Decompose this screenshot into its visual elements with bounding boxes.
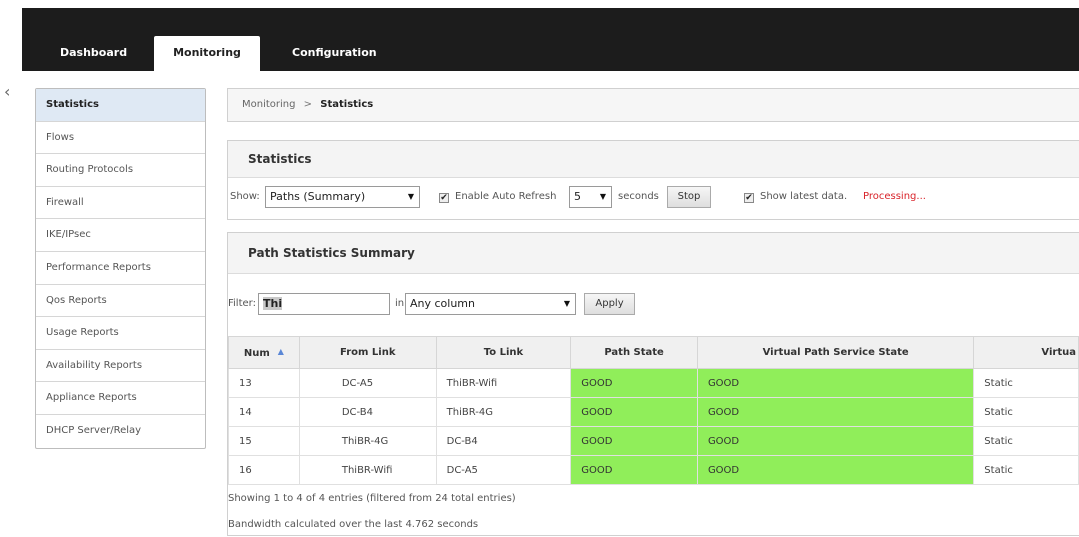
show-label: Show: <box>230 191 260 202</box>
sidebar-item-statistics[interactable]: Statistics <box>36 89 205 122</box>
filter-input-value: Thi <box>263 297 283 310</box>
in-label: in <box>395 298 405 309</box>
sidebar-item-performance-reports[interactable]: Performance Reports <box>36 252 205 285</box>
breadcrumb-separator: > <box>303 99 313 110</box>
breadcrumb-link-monitoring[interactable]: Monitoring <box>242 99 295 110</box>
column-header-virtual[interactable]: Virtua <box>973 336 1079 369</box>
caret-down-icon: ▼ <box>407 192 414 201</box>
statistics-controls: Show: Paths (Summary) ▼ ✔ Enable Auto Ref… <box>228 185 1079 215</box>
sidebar-item-usage-reports[interactable]: Usage Reports <box>36 317 205 350</box>
cell-to-link: DC-A5 <box>435 455 572 485</box>
refresh-interval-select[interactable]: 5 ▼ <box>569 186 612 208</box>
cell-from-link: ThiBR-4G <box>298 426 437 456</box>
column-header-from-link[interactable]: From Link <box>298 336 437 369</box>
table-row[interactable]: 15 ThiBR-4G DC-B4 GOOD GOOD Static <box>228 426 1079 456</box>
sidebar-item-dhcp-server-relay[interactable]: DHCP Server/Relay <box>36 415 205 448</box>
column-select-value: Any column <box>410 297 475 310</box>
refresh-interval-value: 5 <box>574 190 581 203</box>
statistics-panel: Statistics Show: Paths (Summary) ▼ ✔ Enab… <box>227 140 1079 220</box>
caret-down-icon: ▼ <box>599 192 606 201</box>
column-header-path-state[interactable]: Path State <box>570 336 698 369</box>
table-row[interactable]: 13 DC-A5 ThiBR-Wifi GOOD GOOD Static <box>228 368 1079 398</box>
column-select[interactable]: Any column ▼ <box>405 293 576 315</box>
apply-button[interactable]: Apply <box>584 293 635 315</box>
sidebar-item-availability-reports[interactable]: Availability Reports <box>36 350 205 383</box>
cell-path-state: GOOD <box>570 368 698 398</box>
auto-refresh-label: Enable Auto Refresh <box>455 191 557 202</box>
cell-virtual: Static <box>973 455 1079 485</box>
filter-row: Filter: Thi in Any column ▼ Apply <box>228 293 1079 319</box>
show-select[interactable]: Paths (Summary) ▼ <box>265 186 420 208</box>
cell-service-state: GOOD <box>696 455 975 485</box>
path-summary-table: Num ▲ From Link To Link Path State Virtua… <box>228 336 1079 485</box>
cell-from-link: DC-B4 <box>298 397 437 427</box>
path-summary-title: Path Statistics Summary <box>228 233 1079 274</box>
tab-monitoring[interactable]: Monitoring <box>154 36 260 71</box>
breadcrumb: Monitoring > Statistics <box>227 88 1079 122</box>
breadcrumb-current: Statistics <box>320 99 374 110</box>
tab-configuration[interactable]: Configuration <box>292 36 377 71</box>
table-header-row: Num ▲ From Link To Link Path State Virtua… <box>228 336 1079 369</box>
cell-to-link: ThiBR-4G <box>435 397 572 427</box>
caret-down-icon: ▼ <box>563 299 570 308</box>
sidebar-item-qos-reports[interactable]: Qos Reports <box>36 285 205 318</box>
cell-num: 14 <box>228 397 300 427</box>
cell-path-state: GOOD <box>570 455 698 485</box>
table-entries-info: Showing 1 to 4 of 4 entries (filtered fr… <box>228 493 516 504</box>
sort-ascending-icon[interactable]: ▲ <box>278 347 284 356</box>
cell-to-link: DC-B4 <box>435 426 572 456</box>
bandwidth-info: Bandwidth calculated over the last 4.762… <box>228 519 479 530</box>
seconds-label: seconds <box>618 191 659 202</box>
sidebar-item-ike-ipsec[interactable]: IKE/IPsec <box>36 219 205 252</box>
cell-virtual: Static <box>973 426 1079 456</box>
top-navigation-bar: Dashboard Monitoring Configuration <box>22 8 1079 71</box>
cell-to-link: ThiBR-Wifi <box>435 368 572 398</box>
show-latest-label: Show latest data. <box>760 191 848 202</box>
cell-from-link: ThiBR-Wifi <box>298 455 437 485</box>
sidebar-item-appliance-reports[interactable]: Appliance Reports <box>36 382 205 415</box>
cell-num: 15 <box>228 426 300 456</box>
sidebar-menu: Statistics Flows Routing Protocols Firew… <box>35 88 206 449</box>
cell-service-state: GOOD <box>696 426 975 456</box>
sidebar-item-firewall[interactable]: Firewall <box>36 187 205 220</box>
column-header-num[interactable]: Num ▲ <box>228 336 300 369</box>
table-row[interactable]: 16 ThiBR-Wifi DC-A5 GOOD GOOD Static <box>228 455 1079 485</box>
column-header-to-link[interactable]: To Link <box>435 336 572 369</box>
filter-label: Filter: <box>228 298 256 309</box>
statistics-panel-title: Statistics <box>228 141 1079 178</box>
cell-service-state: GOOD <box>696 397 975 427</box>
filter-input[interactable]: Thi <box>258 293 390 315</box>
cell-service-state: GOOD <box>696 368 975 398</box>
cell-path-state: GOOD <box>570 426 698 456</box>
column-header-virtual-path-service-state[interactable]: Virtual Path Service State <box>696 336 975 369</box>
cell-virtual: Static <box>973 397 1079 427</box>
sidebar-item-routing-protocols[interactable]: Routing Protocols <box>36 154 205 187</box>
column-header-label: Num <box>243 347 270 359</box>
cell-num: 16 <box>228 455 300 485</box>
path-summary-panel: Path Statistics Summary Filter: Thi in A… <box>227 232 1079 536</box>
tab-dashboard[interactable]: Dashboard <box>60 36 127 71</box>
show-select-value: Paths (Summary) <box>270 190 366 203</box>
cell-num: 13 <box>228 368 300 398</box>
stop-button[interactable]: Stop <box>667 186 711 208</box>
cell-virtual: Static <box>973 368 1079 398</box>
auto-refresh-option[interactable]: ✔ Enable Auto Refresh <box>439 191 556 203</box>
processing-status: Processing... <box>863 191 926 202</box>
checkbox-checked-icon[interactable]: ✔ <box>439 193 449 203</box>
checkbox-checked-icon[interactable]: ✔ <box>744 193 754 203</box>
cell-from-link: DC-A5 <box>298 368 437 398</box>
chevron-left-icon[interactable]: ‹ <box>4 82 10 101</box>
show-latest-option[interactable]: ✔ Show latest data. <box>744 191 847 203</box>
table-row[interactable]: 14 DC-B4 ThiBR-4G GOOD GOOD Static <box>228 397 1079 427</box>
sidebar-item-flows[interactable]: Flows <box>36 122 205 155</box>
cell-path-state: GOOD <box>570 397 698 427</box>
